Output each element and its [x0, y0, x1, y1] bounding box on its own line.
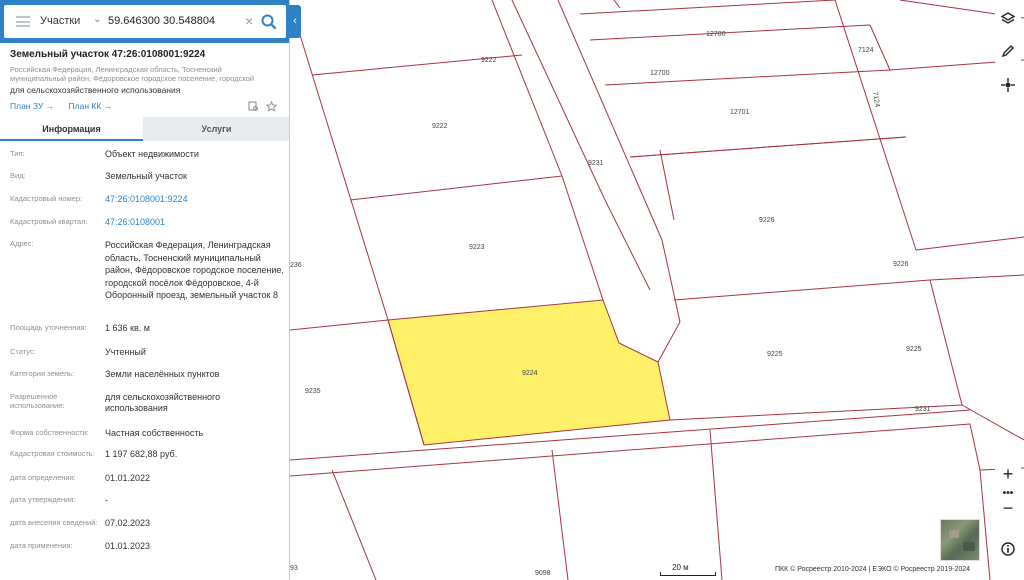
- page-title: Земельный участок 47:26:0108001:9224: [10, 49, 206, 60]
- info-key: Кадастровая стоимость:: [10, 449, 95, 458]
- plot-label: 12700: [706, 31, 726, 38]
- info-value: 1 197 682,88 руб.: [105, 449, 178, 459]
- plot-label: 9226: [759, 217, 775, 224]
- zoom-control: + ••• −: [995, 460, 1021, 520]
- plot-label: 236: [290, 262, 302, 269]
- ruler-button[interactable]: [995, 38, 1021, 64]
- info-key: Площадь уточненная:: [10, 323, 87, 332]
- parcel-header: Земельный участок 47:26:0108001:9224 Рос…: [10, 49, 282, 111]
- info-value: Частная собственность: [105, 428, 204, 438]
- close-icon[interactable]: ×: [245, 13, 253, 29]
- plan-kk-link[interactable]: План КК →: [69, 101, 113, 111]
- plot-label: 9235: [305, 388, 321, 395]
- parcel-address-short: Российская Федерация, Ленинградская обла…: [10, 65, 255, 83]
- info-value: Учтенный: [105, 347, 146, 357]
- tab-services[interactable]: Услуги: [143, 117, 289, 141]
- scale-line: [660, 572, 716, 576]
- collapse-panel-button[interactable]: ‹: [289, 5, 301, 38]
- plot-label: 7124: [858, 47, 874, 54]
- info-value: для сельскохозяйственного использования: [105, 392, 221, 413]
- search-input[interactable]: 59.646300 30.548804: [108, 15, 215, 27]
- plot-label: 9223: [469, 244, 485, 251]
- search-icon: [261, 14, 277, 30]
- plot-label: 9222: [432, 123, 448, 130]
- info-button[interactable]: [995, 536, 1021, 562]
- tab-info[interactable]: Информация: [0, 117, 143, 141]
- cadastral-number-link[interactable]: 47:26:0108001:9224: [105, 194, 285, 205]
- zoom-in-button[interactable]: +: [995, 464, 1021, 485]
- plot-label: 12700: [650, 70, 670, 77]
- info-key: Адрес:: [10, 239, 34, 248]
- crosshair-icon: [1001, 78, 1015, 92]
- cadastral-map[interactable]: 12700 12700 7124 7124 9222 9222 12701 92…: [290, 0, 1024, 580]
- pencil-icon: [1001, 45, 1014, 58]
- plot-label: 9224: [522, 370, 538, 377]
- scale-label: 20 м: [672, 563, 689, 572]
- info-key: дата определения:: [10, 473, 76, 482]
- plot-label: 12701: [730, 109, 750, 116]
- layer-select[interactable]: Участки: [40, 15, 80, 27]
- info-value: Объект недвижимости: [105, 149, 199, 159]
- info-value: -: [105, 495, 108, 505]
- search-bar: Участки ⌄ 59.646300 30.548804 ×: [0, 0, 289, 43]
- info-key: Кадастровый квартал:: [10, 217, 88, 226]
- star-icon[interactable]: [266, 101, 277, 112]
- plot-label: 9225: [906, 346, 922, 353]
- satellite-patch: [949, 530, 959, 538]
- chevron-down-icon[interactable]: ⌄: [93, 14, 101, 25]
- info-icon: [1001, 542, 1015, 556]
- plot-label: 9231: [915, 406, 931, 413]
- basemap-switch-thumbnail[interactable]: [940, 519, 980, 561]
- parcel-usage: для сельскохозяйственного использования: [10, 85, 181, 95]
- info-value: 01.01.2022: [105, 473, 151, 483]
- scale-bar: 20 м: [640, 563, 720, 577]
- plot-label: 9225: [767, 351, 783, 358]
- satellite-patch: [963, 542, 975, 551]
- zoom-out-button[interactable]: −: [995, 498, 1021, 519]
- plan-links: План ЗУ → План КК →: [10, 101, 282, 111]
- parcel-boundaries: [290, 0, 1024, 580]
- info-key: дата внесения сведений:: [10, 518, 98, 527]
- info-key: Тип:: [10, 149, 25, 158]
- info-value: Земли населённых пунктов: [105, 369, 220, 379]
- menu-icon[interactable]: [16, 16, 30, 27]
- info-key: Разрешенное использование:: [10, 392, 65, 410]
- info-value: 01.01.2023: [105, 541, 151, 551]
- panel-tabs: Информация Услуги: [0, 117, 289, 141]
- plot-label: 93: [290, 565, 298, 572]
- info-key: Категория земель:: [10, 369, 75, 378]
- plot-label: 9226: [893, 261, 909, 268]
- report-icon[interactable]: [248, 101, 259, 112]
- search-button[interactable]: [258, 11, 280, 33]
- info-value: 07.02.2023: [105, 518, 151, 528]
- info-key: Кадастровый номер:: [10, 194, 83, 203]
- attribution: ПКК © Росреестр 2010-2024 | ЕЭКО © Росре…: [775, 566, 971, 573]
- layers-icon: [1001, 12, 1015, 24]
- plot-label: 9098: [535, 570, 551, 577]
- plot-label: 9222: [481, 57, 497, 64]
- plan-zu-link[interactable]: План ЗУ →: [10, 101, 54, 111]
- info-value: 1 636 кв. м: [105, 323, 150, 333]
- locate-button[interactable]: [995, 72, 1021, 98]
- info-value-address: Российская Федерация, Ленинградская обла…: [105, 240, 284, 300]
- info-key: Форма собственности:: [10, 428, 89, 437]
- info-value: Земельный участок: [105, 171, 187, 181]
- info-key: дата применения:: [10, 541, 73, 550]
- plot-label: 9231: [588, 160, 604, 167]
- cadastral-quarter-link[interactable]: 47:26:0108001: [105, 217, 285, 228]
- info-key: Статус:: [10, 347, 36, 356]
- search-box: Участки ⌄ 59.646300 30.548804 ×: [4, 5, 286, 38]
- info-key: дата утверждения:: [10, 495, 76, 504]
- parcel-info-panel: Участки ⌄ 59.646300 30.548804 × Земельны…: [0, 0, 290, 580]
- layers-button[interactable]: [995, 6, 1021, 32]
- info-key: Вид:: [10, 171, 26, 180]
